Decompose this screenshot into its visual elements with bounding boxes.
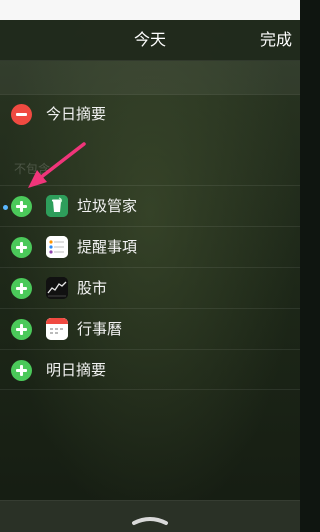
inactive-item-label: 垃圾管家	[77, 197, 138, 215]
bottom-bar	[0, 500, 300, 532]
top-spacer	[0, 61, 300, 95]
inactive-item-label: 明日摘要	[46, 361, 107, 379]
inactive-item-reminders[interactable]: 提醒事項	[0, 226, 300, 267]
inactive-item-calendar[interactable]: 行事曆	[0, 308, 300, 349]
remove-circle-icon[interactable]	[11, 104, 32, 125]
inactive-item-stocks[interactable]: 股市	[0, 267, 300, 308]
add-circle-icon[interactable]	[11, 237, 32, 258]
add-circle-icon[interactable]	[11, 278, 32, 299]
status-bar	[0, 0, 300, 20]
active-item-today-summary[interactable]: 今日摘要	[0, 94, 300, 135]
calendar-app-icon	[46, 318, 68, 340]
done-button[interactable]: 完成	[260, 20, 292, 60]
inactive-item-label: 提醒事項	[77, 238, 138, 256]
inactive-item-label: 行事曆	[77, 320, 123, 338]
chevron-up-icon[interactable]	[130, 511, 170, 525]
section-header-not-included: 不包含	[14, 162, 51, 176]
navigation-bar: 今天 完成	[0, 20, 300, 61]
reminders-app-icon	[46, 236, 68, 258]
inactive-item-trash-manager[interactable]: 垃圾管家	[0, 185, 300, 226]
inactive-item-tomorrow-summary[interactable]: 明日摘要	[0, 349, 300, 390]
add-circle-icon[interactable]	[11, 196, 32, 217]
notification-center-edit-screen: 今天 完成 今日摘要 不包含 垃圾管家 提醒事項 股市 行事曆 明日摘要	[0, 0, 300, 532]
stocks-app-icon	[46, 277, 68, 299]
inactive-item-label: 股市	[77, 279, 108, 297]
page-title: 今天	[133, 30, 166, 49]
active-item-label: 今日摘要	[46, 105, 107, 123]
add-circle-icon[interactable]	[11, 319, 32, 340]
add-circle-icon[interactable]	[11, 360, 32, 381]
selection-indicator-dot	[3, 205, 8, 210]
trash-manager-app-icon	[46, 195, 68, 217]
